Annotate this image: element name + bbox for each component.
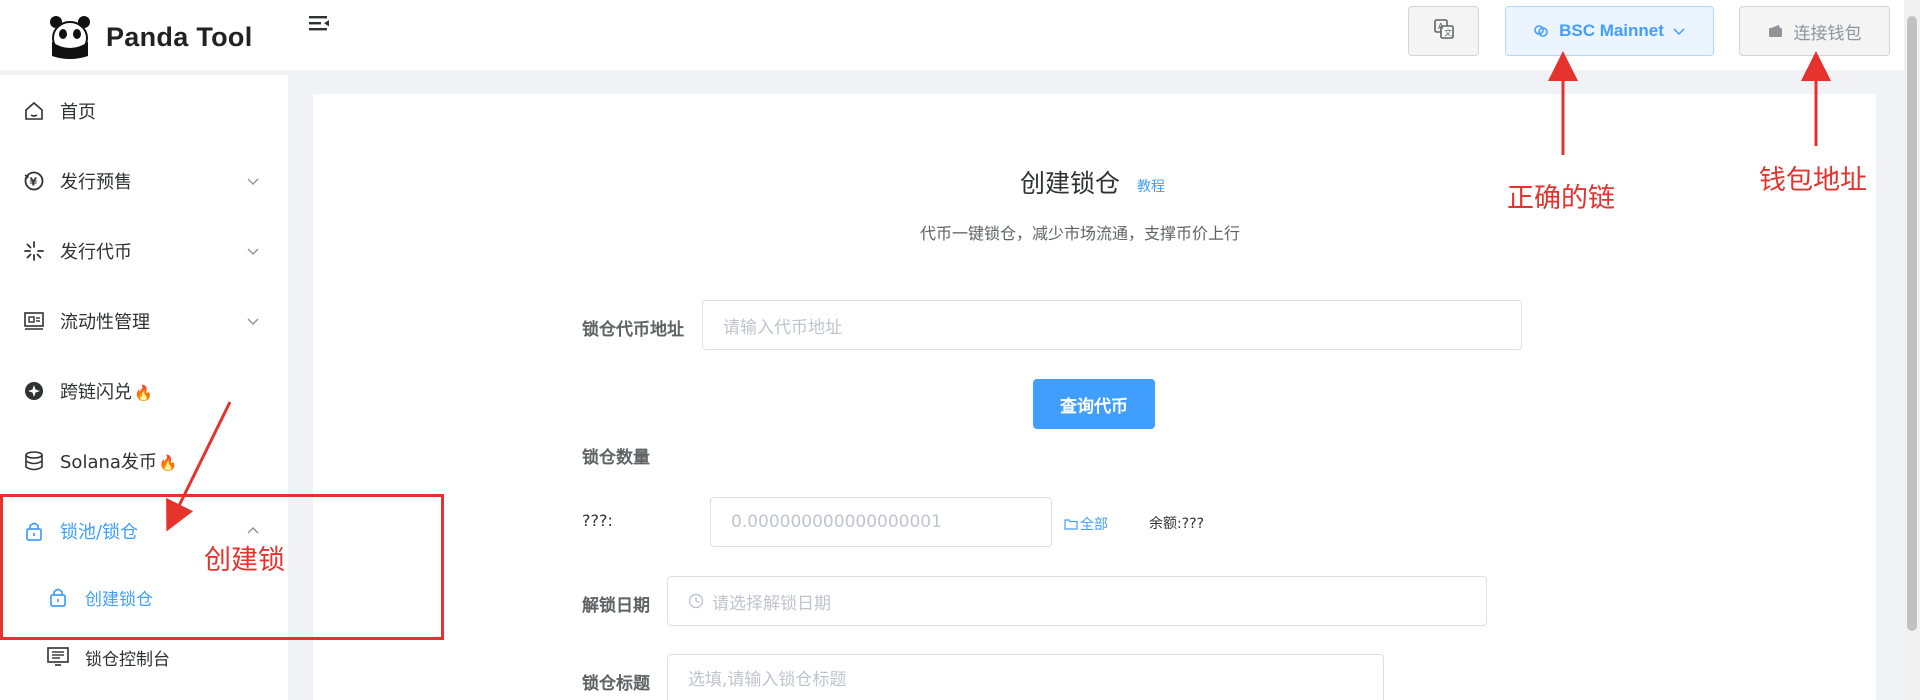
sidebar-item-issue-token[interactable]: 发行代币 bbox=[0, 216, 288, 286]
select-all-button[interactable]: 全部 bbox=[1064, 514, 1108, 534]
sidebar: 首页 ¥ 发行预售 发行代币 流动性管理 跨链闪兑 🔥 Solana发币 🔥 锁… bbox=[0, 75, 288, 700]
sidebar-item-presale[interactable]: ¥ 发行预售 bbox=[0, 146, 288, 216]
sidebar-item-solana[interactable]: Solana发币 🔥 bbox=[0, 426, 288, 496]
page-subtitle: 代币一键锁仓，减少市场流通，支撑币价上行 bbox=[920, 224, 1241, 243]
annotation-correct-chain: 正确的链 bbox=[1507, 183, 1615, 214]
folder-icon bbox=[1064, 518, 1078, 530]
lock-amount-label: 锁仓数量 bbox=[582, 448, 650, 468]
wallet-label: 连接钱包 bbox=[1793, 23, 1862, 44]
app-name: Panda Tool bbox=[106, 21, 253, 52]
annotation-create-lock: 创建锁 bbox=[204, 545, 285, 576]
query-token-button[interactable]: 查询代币 bbox=[1033, 379, 1155, 429]
fire-icon: 🔥 bbox=[158, 454, 178, 472]
clock-icon bbox=[688, 593, 704, 609]
chevron-up-icon bbox=[246, 524, 260, 538]
chevron-down-icon bbox=[246, 174, 260, 188]
coin-icon: ¥ bbox=[22, 169, 46, 193]
page-scrollbar[interactable] bbox=[1904, 0, 1920, 700]
chevron-down-icon bbox=[246, 244, 260, 258]
select-all-label: 全部 bbox=[1080, 517, 1108, 533]
unlock-date-placeholder: 请选择解锁日期 bbox=[712, 593, 831, 614]
sparkle-icon bbox=[22, 239, 46, 263]
lock-title-label: 锁仓标题 bbox=[582, 674, 650, 694]
chevron-down-icon bbox=[1672, 24, 1686, 38]
chevron-down-icon bbox=[246, 314, 260, 328]
balance-text: 余额:??? bbox=[1149, 516, 1205, 532]
token-address-placeholder: 请输入代币地址 bbox=[723, 317, 842, 338]
lock-title-placeholder: 选填,请输入锁仓标题 bbox=[688, 670, 847, 690]
collapse-menu-icon[interactable] bbox=[307, 14, 331, 34]
unlock-date-picker[interactable]: 请选择解锁日期 bbox=[667, 576, 1487, 626]
lock-amount-input[interactable]: 0.000000000000000001 bbox=[710, 497, 1052, 547]
database-icon bbox=[22, 449, 46, 473]
tutorial-link[interactable]: 教程 bbox=[1137, 176, 1165, 196]
lock-icon bbox=[46, 585, 70, 609]
wallet-icon bbox=[1768, 23, 1784, 39]
token-symbol: ???: bbox=[582, 511, 613, 530]
sidebar-item-label: 跨链闪兑 bbox=[60, 382, 132, 403]
network-label: BSC Mainnet bbox=[1559, 21, 1664, 40]
sidebar-item-home[interactable]: 首页 bbox=[0, 76, 288, 146]
top-header: Panda Tool A 文 BSC Mainnet 连接钱包 bbox=[0, 0, 1904, 70]
sidebar-item-bridge[interactable]: 跨链闪兑 🔥 bbox=[0, 356, 288, 426]
lock-icon bbox=[22, 519, 46, 543]
network-selector[interactable]: BSC Mainnet bbox=[1505, 6, 1714, 56]
svg-text:¥: ¥ bbox=[30, 176, 38, 189]
page-title: 创建锁仓 bbox=[1020, 169, 1121, 198]
language-button[interactable]: A 文 bbox=[1408, 6, 1479, 56]
fire-icon: 🔥 bbox=[134, 384, 153, 402]
link-icon bbox=[1533, 23, 1549, 39]
svg-text:文: 文 bbox=[1444, 27, 1452, 37]
token-address-input[interactable]: 请输入代币地址 bbox=[702, 300, 1522, 350]
app-logo[interactable]: Panda Tool bbox=[48, 14, 253, 60]
scrollbar-thumb[interactable] bbox=[1907, 16, 1917, 631]
annotation-wallet-address: 钱包地址 bbox=[1759, 165, 1867, 196]
panda-logo-icon bbox=[48, 14, 92, 60]
console-icon bbox=[46, 645, 70, 669]
unlock-date-label: 解锁日期 bbox=[582, 596, 650, 616]
sidebar-subitem-lock-console[interactable]: 锁仓控制台 bbox=[0, 627, 288, 687]
lock-title-input[interactable]: 选填,请输入锁仓标题 bbox=[667, 654, 1384, 700]
liquidity-icon bbox=[22, 309, 46, 333]
connect-wallet-button[interactable]: 连接钱包 bbox=[1739, 6, 1890, 56]
sidebar-item-liquidity[interactable]: 流动性管理 bbox=[0, 286, 288, 356]
bridge-icon bbox=[22, 379, 46, 403]
lock-amount-placeholder: 0.000000000000000001 bbox=[731, 512, 942, 532]
translate-icon: A 文 bbox=[1433, 18, 1455, 45]
sidebar-item-label: Solana发币 bbox=[60, 452, 157, 473]
token-address-label: 锁仓代币地址 bbox=[582, 320, 684, 340]
home-icon bbox=[22, 99, 46, 123]
